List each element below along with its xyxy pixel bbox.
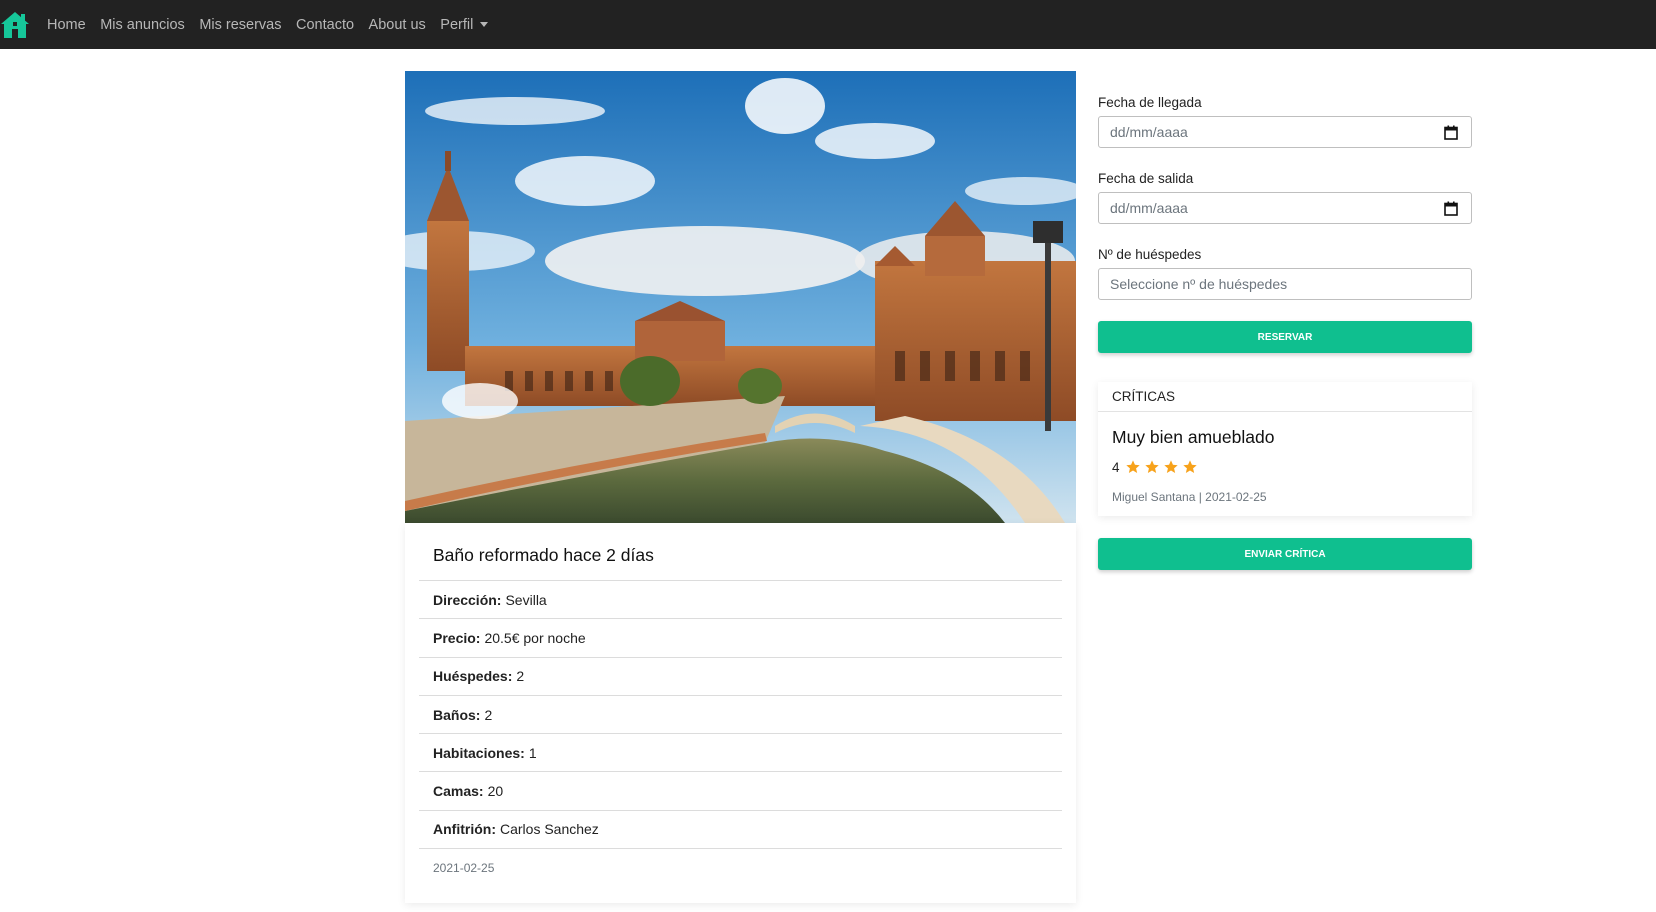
detail-value: Sevilla [505,591,547,608]
detail-value: 20 [487,783,504,800]
detail-value: 20.5€ por noche [484,629,586,646]
nav-profile-label: Perfil [440,16,474,33]
listing-info-list: Dirección: Sevilla Precio: 20.5€ por noche… [419,580,1062,886]
nav-contacto[interactable]: Contacto [296,17,354,33]
detail-value: 2 [516,668,525,685]
list-item: Habitaciones: 1 [419,733,1062,771]
guests-field[interactable] [1110,276,1410,292]
nav-about-us[interactable]: About us [369,17,426,33]
calendar-icon[interactable] [1444,125,1458,140]
detail-label: Dirección: [433,591,502,608]
reserve-button[interactable]: RESERVAR [1098,321,1472,353]
departure-date-field[interactable] [1110,200,1410,216]
departure-date-input[interactable] [1098,192,1472,224]
listing-title: Baño reformado hace 2 días [433,545,654,565]
star-icon [1182,460,1197,473]
listing-date: 2021-02-25 [419,848,1062,886]
nav-mis-anuncios[interactable]: Mis anuncios [100,17,185,33]
list-item: Anfitrión: Carlos Sanchez [419,809,1062,848]
detail-value: 1 [528,744,537,761]
arrival-date-label: Fecha de llegada [1098,95,1202,110]
detail-label: Precio: [433,629,481,646]
detail-value: 2 [484,706,493,723]
rating-stars [1122,459,1198,475]
star-icon [1125,460,1140,473]
star-icon [1144,460,1159,473]
list-item: Baños: 2 [419,694,1062,733]
house-icon [1,11,29,38]
nav-mis-reservas[interactable]: Mis reservas [199,17,281,33]
arrival-date-input[interactable] [1098,116,1472,148]
guests-label: Nº de huéspedes [1098,247,1202,262]
review-meta: Miguel Santana | 2021-02-25 [1112,490,1267,504]
star-icon [1163,460,1178,473]
detail-label: Huéspedes: [433,668,513,685]
rating-value: 4 [1112,459,1120,475]
nav-links: Home Mis anuncios Mis reservas Contacto … [47,17,503,33]
departure-date-label: Fecha de salida [1098,171,1194,186]
detail-value: Carlos Sanchez [499,821,599,838]
list-item: Huéspedes: 2 [419,656,1062,695]
caret-down-icon [480,22,489,27]
list-item: Dirección: Sevilla [419,580,1062,618]
list-item: Camas: 20 [419,771,1062,809]
list-item: Precio: 20.5€ por noche [419,618,1062,656]
nav-home[interactable]: Home [47,17,86,33]
listing-image [405,71,1076,523]
listing-details-card: Baño reformado hace 2 días Dirección: Sev… [405,523,1076,903]
detail-label: Baños: [433,706,481,723]
reviews-card: CRÍTICAS Muy bien amueblado 4 Miguel San… [1098,382,1472,516]
send-review-button[interactable]: ENVIAR CRÍTICA [1098,538,1472,570]
review-rating: 4 [1112,459,1198,475]
nav-profile-dropdown[interactable]: Perfil [440,16,489,33]
detail-label: Camas: [433,783,484,800]
arrival-date-field[interactable] [1110,124,1410,140]
review-title: Muy bien amueblado [1112,427,1275,447]
navbar: Home Mis anuncios Mis reservas Contacto … [0,0,1656,49]
brand-link[interactable] [0,0,36,49]
guests-select[interactable] [1098,268,1472,300]
calendar-icon[interactable] [1444,201,1458,216]
detail-label: Anfitrión: [433,821,496,838]
reviews-header: CRÍTICAS [1098,382,1472,412]
detail-label: Habitaciones: [433,744,525,761]
